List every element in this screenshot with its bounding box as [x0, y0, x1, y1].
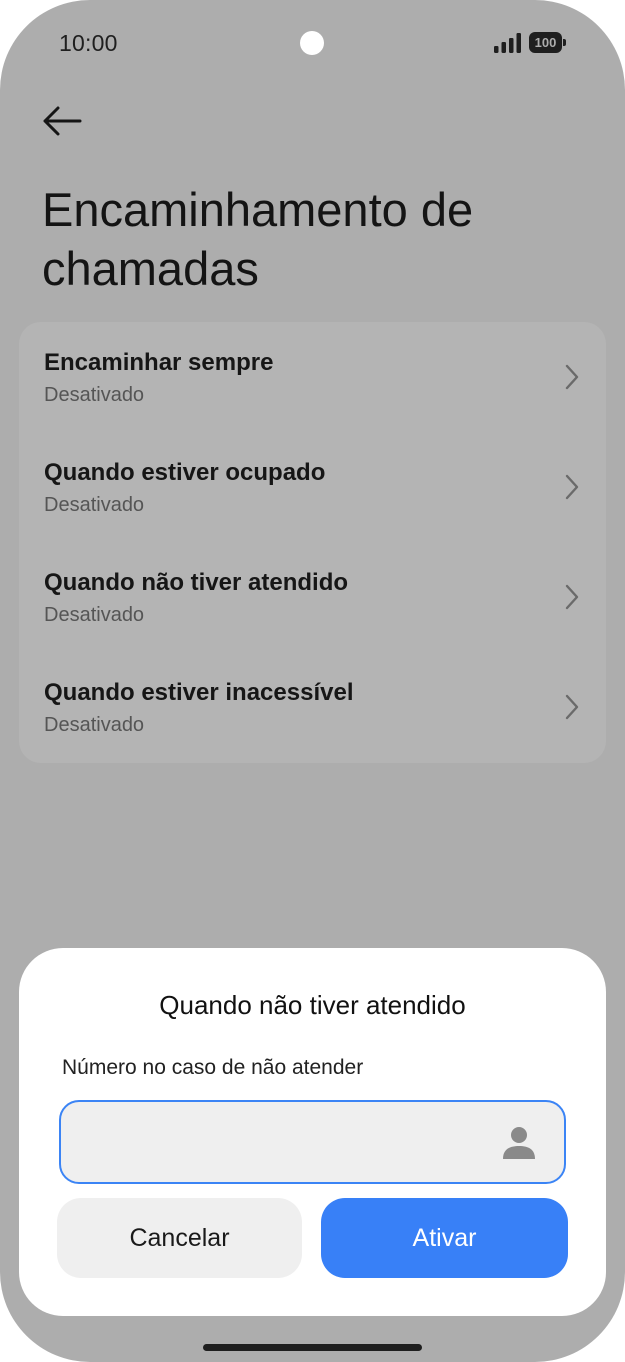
chevron-right-icon [565, 584, 579, 610]
list-item-title: Quando não tiver atendido [44, 569, 349, 596]
chevron-right-icon [565, 364, 579, 390]
number-field-label: Número no caso de não atender [62, 1056, 364, 1079]
back-button[interactable] [36, 100, 90, 144]
forwarding-dialog: Quando não tiver atendido Número no caso… [19, 948, 606, 1316]
battery-icon: 100 [529, 32, 567, 53]
signal-icon [494, 33, 521, 53]
list-item-when-unanswered[interactable]: Quando não tiver atendido Desativado [19, 542, 606, 652]
list-item-always-forward[interactable]: Encaminhar sempre Desativado [19, 322, 606, 432]
arrow-left-icon [43, 106, 82, 136]
number-input[interactable] [79, 1102, 483, 1184]
phone-screen: 10:00 100 Encaminhamento de chamadas Enc… [0, 0, 625, 1362]
dialog-title: Quando não tiver atendido [159, 990, 466, 1020]
person-icon[interactable] [502, 1125, 536, 1161]
battery-tip [563, 39, 566, 46]
front-camera [300, 31, 324, 55]
cancel-button[interactable]: Cancelar [57, 1198, 302, 1278]
list-item-title: Quando estiver ocupado [44, 459, 326, 486]
page-title: Encaminhamento de chamadas [42, 183, 474, 295]
number-field[interactable] [59, 1100, 566, 1184]
home-indicator[interactable] [203, 1344, 422, 1351]
list-item-status: Desativado [44, 494, 145, 516]
status-time: 10:00 [59, 30, 118, 56]
list-item-title: Encaminhar sempre [44, 349, 274, 376]
chevron-right-icon [565, 694, 579, 720]
list-item-when-busy[interactable]: Quando estiver ocupado Desativado [19, 432, 606, 542]
forwarding-options-card: Encaminhar sempre Desativado Quando esti… [19, 322, 606, 763]
list-item-when-unreachable[interactable]: Quando estiver inacessível Desativado [19, 652, 606, 762]
list-item-status: Desativado [44, 384, 145, 406]
list-item-status: Desativado [44, 604, 145, 626]
activate-button[interactable]: Ativar [321, 1198, 568, 1278]
battery-level: 100 [529, 32, 562, 53]
list-item-title: Quando estiver inacessível [44, 679, 354, 706]
chevron-right-icon [565, 474, 579, 500]
list-item-status: Desativado [44, 714, 145, 736]
